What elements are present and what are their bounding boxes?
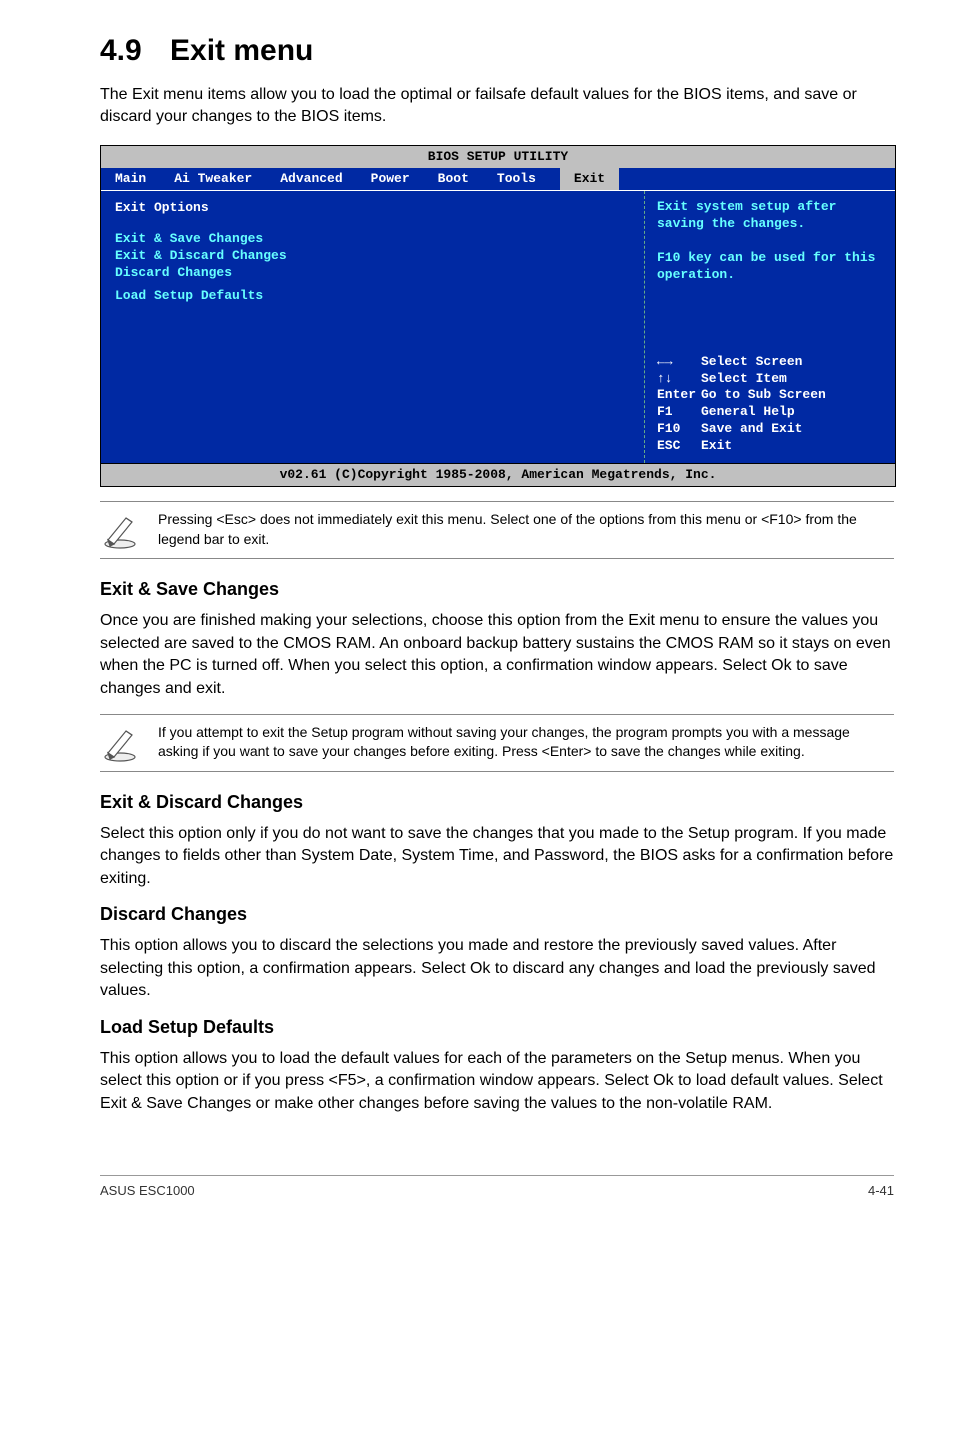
- pencil-icon: [100, 723, 140, 763]
- bios-left-pane: Exit Options Exit & Save Changes Exit & …: [101, 191, 645, 463]
- paragraph-exit-discard-changes: Select this option only if you do not wa…: [100, 823, 894, 890]
- key-desc-save-exit: Save and Exit: [701, 421, 802, 436]
- note-block-1: Pressing <Esc> does not immediately exit…: [100, 501, 894, 559]
- key-desc-select-item: Select Item: [701, 371, 787, 386]
- bios-help-text: Exit system setup after saving the chang…: [657, 199, 883, 283]
- footer-right: 4-41: [868, 1182, 894, 1200]
- key-arrows-ud: ↑↓: [657, 371, 701, 388]
- bios-footer: v02.61 (C)Copyright 1985-2008, American …: [101, 463, 895, 486]
- menu-discard-changes: Discard Changes: [115, 265, 630, 282]
- section-title: Exit menu: [170, 34, 313, 67]
- menu-exit-save-changes: Exit & Save Changes: [115, 231, 630, 248]
- exit-options-heading: Exit Options: [115, 199, 630, 217]
- key-desc-exit: Exit: [701, 438, 732, 453]
- bios-tab-bar: Main Ai Tweaker Advanced Power Boot Tool…: [101, 168, 895, 190]
- key-desc-select-screen: Select Screen: [701, 354, 802, 369]
- footer-left: ASUS ESC1000: [100, 1182, 195, 1200]
- note-text-1: Pressing <Esc> does not immediately exit…: [158, 510, 894, 549]
- bios-tab-advanced: Advanced: [266, 168, 356, 190]
- bios-right-pane: Exit system setup after saving the chang…: [645, 191, 895, 463]
- bios-tab-main: Main: [101, 168, 160, 190]
- page-heading: 4.9Exit menu: [100, 30, 894, 72]
- heading-load-setup-defaults: Load Setup Defaults: [100, 1015, 894, 1040]
- intro-paragraph: The Exit menu items allow you to load th…: [100, 84, 894, 129]
- key-desc-sub-screen: Go to Sub Screen: [701, 387, 826, 402]
- pencil-icon: [100, 510, 140, 550]
- bios-tab-boot: Boot: [424, 168, 483, 190]
- paragraph-load-setup-defaults: This option allows you to load the defau…: [100, 1048, 894, 1115]
- key-esc: ESC: [657, 438, 701, 455]
- menu-load-setup-defaults: Load Setup Defaults: [115, 288, 630, 305]
- paragraph-discard-changes: This option allows you to discard the se…: [100, 935, 894, 1002]
- heading-discard-changes: Discard Changes: [100, 902, 894, 927]
- page-footer: ASUS ESC1000 4-41: [100, 1175, 894, 1200]
- menu-exit-discard-changes: Exit & Discard Changes: [115, 248, 630, 265]
- note-text-2: If you attempt to exit the Setup program…: [158, 723, 894, 762]
- bios-screenshot: BIOS SETUP UTILITY Main Ai Tweaker Advan…: [100, 145, 896, 487]
- bios-tab-power: Power: [357, 168, 424, 190]
- heading-exit-save-changes: Exit & Save Changes: [100, 577, 894, 602]
- bios-key-legend: ←→Select Screen ↑↓Select Item EnterGo to…: [657, 354, 883, 455]
- bios-tab-ai-tweaker: Ai Tweaker: [160, 168, 266, 190]
- key-f1: F1: [657, 404, 701, 421]
- note-block-2: If you attempt to exit the Setup program…: [100, 714, 894, 772]
- bios-tab-tools: Tools: [483, 168, 550, 190]
- paragraph-exit-save-changes: Once you are finished making your select…: [100, 610, 894, 700]
- key-f10: F10: [657, 421, 701, 438]
- bios-tab-exit: Exit: [560, 168, 619, 190]
- key-arrows-lr: ←→: [657, 354, 701, 371]
- key-desc-general-help: General Help: [701, 404, 795, 419]
- bios-title: BIOS SETUP UTILITY: [101, 146, 895, 168]
- section-number: 4.9: [100, 30, 170, 72]
- key-enter: Enter: [657, 387, 701, 404]
- heading-exit-discard-changes: Exit & Discard Changes: [100, 790, 894, 815]
